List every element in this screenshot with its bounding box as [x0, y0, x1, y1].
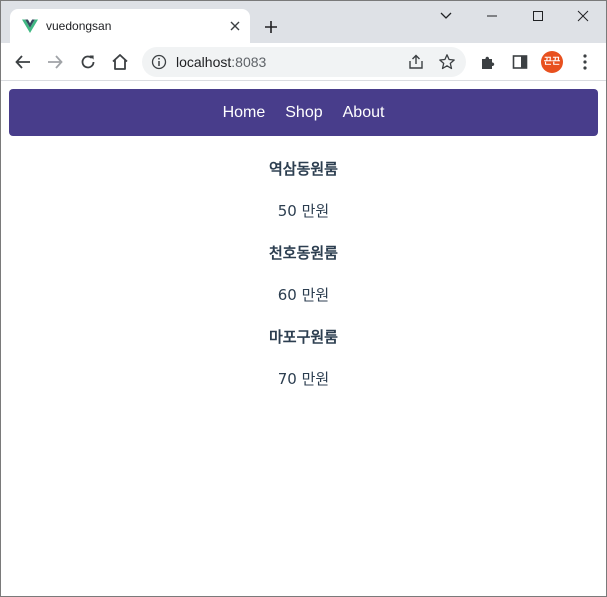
- product-item: 천호동원룸 60 만원: [1, 243, 606, 305]
- product-price: 50 만원: [277, 202, 330, 220]
- side-panel-icon: [512, 55, 528, 69]
- page-content: Home Shop About 역삼동원룸 50 만원 천호동원룸 60 만원 …: [1, 82, 606, 596]
- maximize-button[interactable]: [515, 1, 561, 31]
- arrow-right-icon: [48, 55, 63, 69]
- info-icon[interactable]: [151, 54, 167, 70]
- product-item: 마포구원룸 70 만원: [1, 327, 606, 389]
- menu-button[interactable]: [572, 49, 598, 75]
- side-panel-button[interactable]: [507, 49, 533, 75]
- product-price: 60 만원: [277, 286, 330, 304]
- new-tab-button[interactable]: [259, 15, 283, 39]
- product-name: 역삼동원룸: [268, 160, 338, 178]
- maximize-icon: [533, 11, 543, 21]
- forward-button[interactable]: [42, 49, 68, 75]
- product-price: 70 만원: [277, 370, 330, 388]
- minimize-icon: [487, 15, 497, 17]
- tab-vuedongsan[interactable]: vuedongsan: [10, 9, 250, 43]
- product-item: 역삼동원룸 50 만원: [1, 159, 606, 221]
- nav-link-home[interactable]: Home: [223, 103, 266, 123]
- arrow-left-icon: [15, 55, 30, 69]
- browser-window: vuedongsan localhost:8083 끈끈 Home Shop A…: [0, 0, 607, 597]
- vue-logo-icon: [22, 18, 38, 34]
- tab-title: vuedongsan: [46, 19, 112, 33]
- puzzle-icon: [482, 56, 495, 69]
- home-icon: [112, 54, 128, 70]
- product-name: 천호동원룸: [268, 244, 338, 262]
- nav-link-about[interactable]: About: [343, 103, 385, 123]
- more-vertical-icon: [583, 54, 587, 70]
- window-close-button[interactable]: [560, 1, 606, 31]
- url-text[interactable]: localhost:8083: [176, 54, 266, 70]
- share-icon[interactable]: [407, 53, 425, 71]
- extensions-button[interactable]: [475, 49, 501, 75]
- top-menu: Home Shop About: [9, 89, 598, 136]
- home-button[interactable]: [107, 49, 133, 75]
- back-button[interactable]: [10, 49, 36, 75]
- profile-avatar[interactable]: 끈끈: [541, 51, 563, 73]
- plus-icon: [265, 21, 277, 33]
- url-host: localhost: [176, 54, 232, 70]
- nav-link-shop[interactable]: Shop: [285, 103, 322, 123]
- close-icon: [577, 10, 589, 22]
- product-name: 마포구원룸: [268, 328, 338, 346]
- tab-strip: vuedongsan: [1, 1, 606, 43]
- reload-button[interactable]: [75, 49, 101, 75]
- chevron-down-icon: [440, 12, 452, 19]
- url-port: :8083: [231, 54, 267, 70]
- tab-search-button[interactable]: [423, 1, 469, 31]
- browser-toolbar: localhost:8083 끈끈: [1, 43, 606, 81]
- star-icon[interactable]: [438, 53, 456, 71]
- reload-icon: [81, 55, 95, 69]
- close-icon[interactable]: [226, 17, 244, 35]
- minimize-button[interactable]: [469, 1, 515, 31]
- address-bar[interactable]: localhost:8083: [142, 47, 466, 77]
